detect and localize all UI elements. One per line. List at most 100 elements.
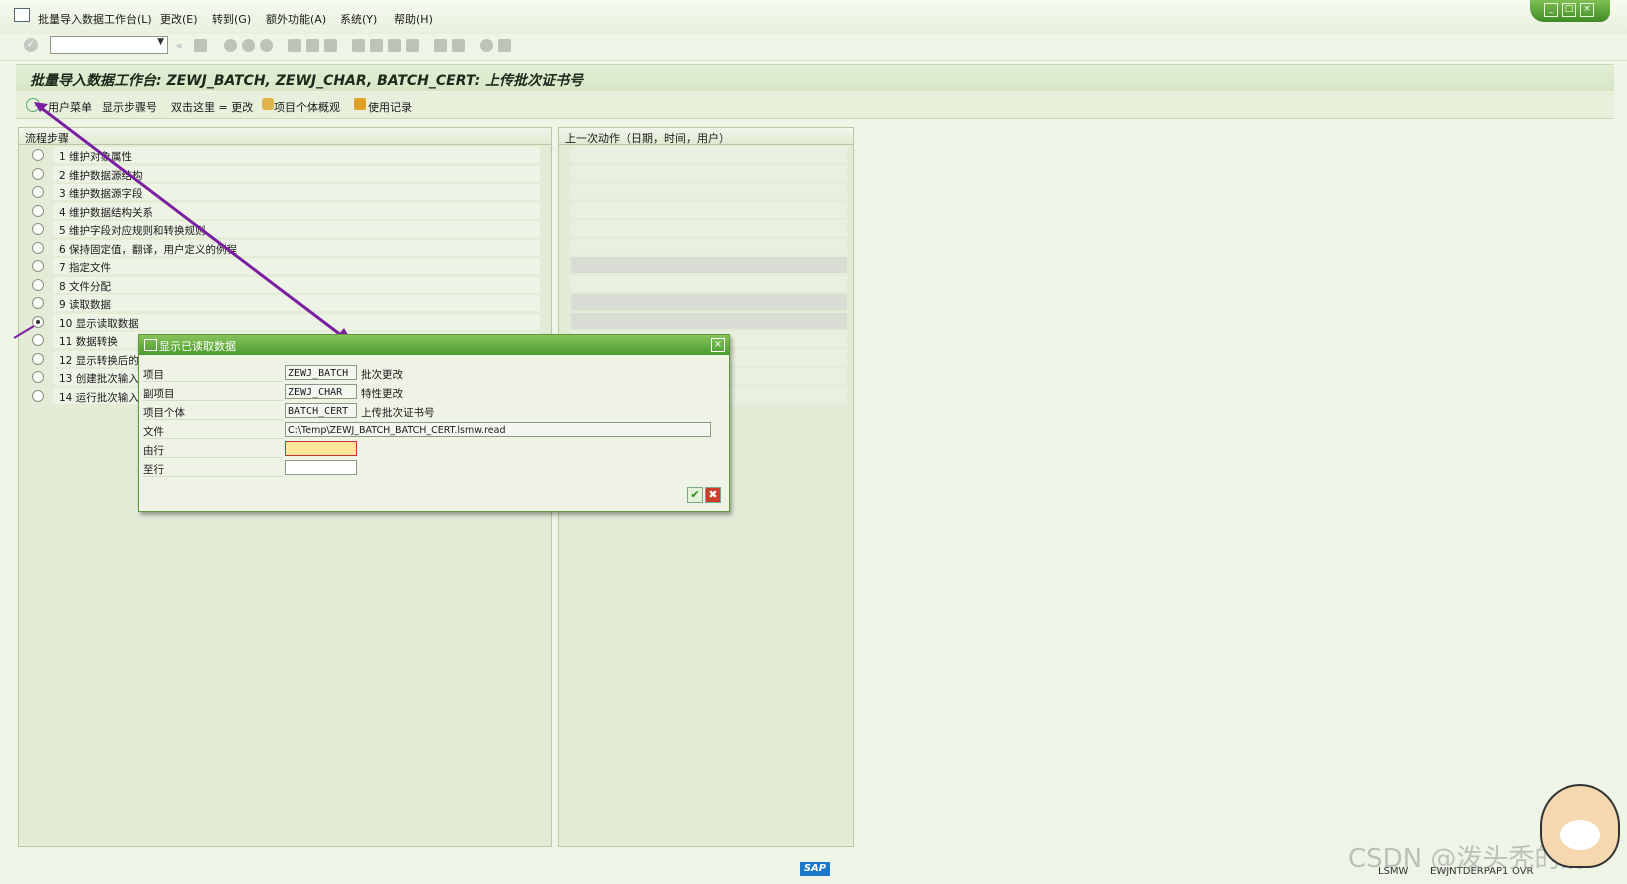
subobject-desc: 特性更改: [361, 388, 403, 400]
user-menu-icon[interactable]: [26, 98, 40, 112]
double-click-change-button[interactable]: 双击这里 = 更改: [171, 99, 253, 115]
last-action-row: [571, 146, 847, 162]
last-action-row: [571, 165, 847, 181]
step-label: 8 文件分配: [59, 281, 112, 293]
back-nav-icon[interactable]: [224, 39, 237, 52]
usage-log-button[interactable]: 使用记录: [368, 99, 412, 115]
command-field[interactable]: ▼: [50, 36, 168, 54]
subobject-field: ZEWJ_CHAR: [285, 384, 357, 399]
menu-exit-icon[interactable]: [14, 8, 30, 22]
radio-button[interactable]: [32, 353, 44, 365]
layout-icon[interactable]: [498, 39, 511, 52]
step-row[interactable]: 3 维护数据源字段: [29, 183, 544, 201]
find-icon[interactable]: [306, 39, 319, 52]
radio-button[interactable]: [32, 149, 44, 161]
menu-item-system[interactable]: 系统(Y): [340, 11, 377, 27]
from-line-input[interactable]: [285, 441, 357, 456]
dialog-icon: [144, 339, 157, 351]
field-label-subobject: 副项目: [143, 388, 175, 400]
usage-log-icon[interactable]: [354, 98, 366, 110]
menu-item-help[interactable]: 帮助(H): [394, 11, 433, 27]
to-line-input[interactable]: [285, 460, 357, 475]
menu-item-extras[interactable]: 额外功能(A): [266, 11, 326, 27]
object-item-desc: 上传批次证书号: [361, 407, 435, 419]
last-action-row-blurred: [571, 313, 847, 329]
enter-icon[interactable]: ✓: [24, 38, 38, 52]
last-action-title: 上一次动作（日期，时间，用户）: [565, 132, 730, 145]
step-row[interactable]: 6 保持固定值，翻译，用户定义的例程: [29, 239, 544, 257]
page-title-bar: 批量导入数据工作台: ZEWJ_BATCH, ZEWJ_CHAR, BATCH_…: [16, 64, 1614, 91]
object-overview-button[interactable]: 项目个体概观: [274, 99, 340, 115]
new-session-icon[interactable]: [434, 39, 447, 52]
step-label: 12 显示转换后的数: [59, 355, 150, 367]
object-overview-icon[interactable]: [262, 98, 274, 110]
maximize-icon[interactable]: □: [1562, 3, 1576, 17]
radio-button[interactable]: [32, 260, 44, 272]
show-step-number-button[interactable]: 显示步骤号: [102, 99, 157, 115]
radio-button[interactable]: [32, 334, 44, 346]
step-row-selected[interactable]: 10 显示读取数据: [29, 313, 544, 331]
process-steps-header: 流程步骤: [19, 128, 551, 145]
hamster-sticker-icon: [1540, 784, 1620, 868]
shortcut-icon[interactable]: [452, 39, 465, 52]
cancel-nav-icon[interactable]: [260, 39, 273, 52]
last-action-row-blurred: [571, 294, 847, 310]
application-toolbar: 用户菜单 显示步骤号 双击这里 = 更改 项目个体概观 使用记录: [16, 92, 1614, 119]
step-label: 14 运行批次输入: [59, 392, 139, 404]
divider: [143, 381, 283, 382]
field-label-to-line: 至行: [143, 464, 164, 476]
help-icon[interactable]: [480, 39, 493, 52]
radio-button[interactable]: [32, 279, 44, 291]
last-action-row: [571, 183, 847, 199]
print-icon[interactable]: [288, 39, 301, 52]
step-row[interactable]: 2 维护数据源结构: [29, 165, 544, 183]
radio-button[interactable]: [32, 168, 44, 180]
confirm-button[interactable]: ✔: [687, 487, 703, 503]
step-label: 13 创建批次输入: [59, 373, 139, 385]
step-row[interactable]: 8 文件分配: [29, 276, 544, 294]
radio-button[interactable]: [32, 297, 44, 309]
step-row[interactable]: 7 指定文件: [29, 257, 544, 275]
exit-nav-icon[interactable]: [242, 39, 255, 52]
minimize-icon[interactable]: _: [1544, 3, 1558, 17]
next-page-icon[interactable]: [388, 39, 401, 52]
divider: [143, 419, 283, 420]
menu-item-workbench[interactable]: 批量导入数据工作台(L): [38, 11, 152, 27]
step-label: 3 维护数据源字段: [59, 188, 143, 200]
prev-page-icon[interactable]: [370, 39, 383, 52]
radio-button-selected[interactable]: [32, 316, 44, 328]
find-next-icon[interactable]: [324, 39, 337, 52]
window-controls: _ □ ×: [1530, 0, 1610, 22]
radio-button[interactable]: [32, 223, 44, 235]
user-menu-button[interactable]: 用户菜单: [48, 99, 92, 115]
radio-button[interactable]: [32, 371, 44, 383]
step-row[interactable]: 5 维护字段对应规则和转换规则: [29, 220, 544, 238]
menu-item-edit[interactable]: 更改(E): [160, 11, 198, 27]
dialog-title-bar: 显示已读取数据 ×: [139, 335, 729, 355]
step-row[interactable]: 9 读取数据: [29, 294, 544, 312]
menu-item-goto[interactable]: 转到(G): [212, 11, 251, 27]
divider: [143, 438, 283, 439]
field-label-file: 文件: [143, 426, 164, 438]
dialog-close-icon[interactable]: ×: [711, 338, 725, 352]
close-window-icon[interactable]: ×: [1580, 3, 1594, 17]
dropdown-arrow-icon[interactable]: ▼: [157, 37, 164, 47]
radio-button[interactable]: [32, 390, 44, 402]
step-row[interactable]: 4 维护数据结构关系: [29, 202, 544, 220]
cancel-button[interactable]: ✖: [705, 487, 721, 503]
radio-button[interactable]: [32, 186, 44, 198]
step-row[interactable]: 1 维护对象属性: [29, 146, 544, 164]
last-page-icon[interactable]: [406, 39, 419, 52]
sap-logo: SAP: [800, 862, 830, 876]
process-steps-title: 流程步骤: [25, 132, 69, 145]
file-field: C:\Temp\ZEWJ_BATCH_BATCH_CERT.lsmw.read: [285, 422, 711, 437]
menu-bar: 批量导入数据工作台(L) 更改(E) 转到(G) 额外功能(A) 系统(Y) 帮…: [0, 0, 1627, 34]
save-icon[interactable]: [194, 39, 207, 52]
last-action-row: [571, 239, 847, 255]
back-icon[interactable]: «: [176, 39, 189, 52]
radio-button[interactable]: [32, 205, 44, 217]
first-page-icon[interactable]: [352, 39, 365, 52]
step-label: 7 指定文件: [59, 262, 112, 274]
radio-button[interactable]: [32, 242, 44, 254]
dialog-title: 显示已读取数据: [159, 340, 236, 353]
